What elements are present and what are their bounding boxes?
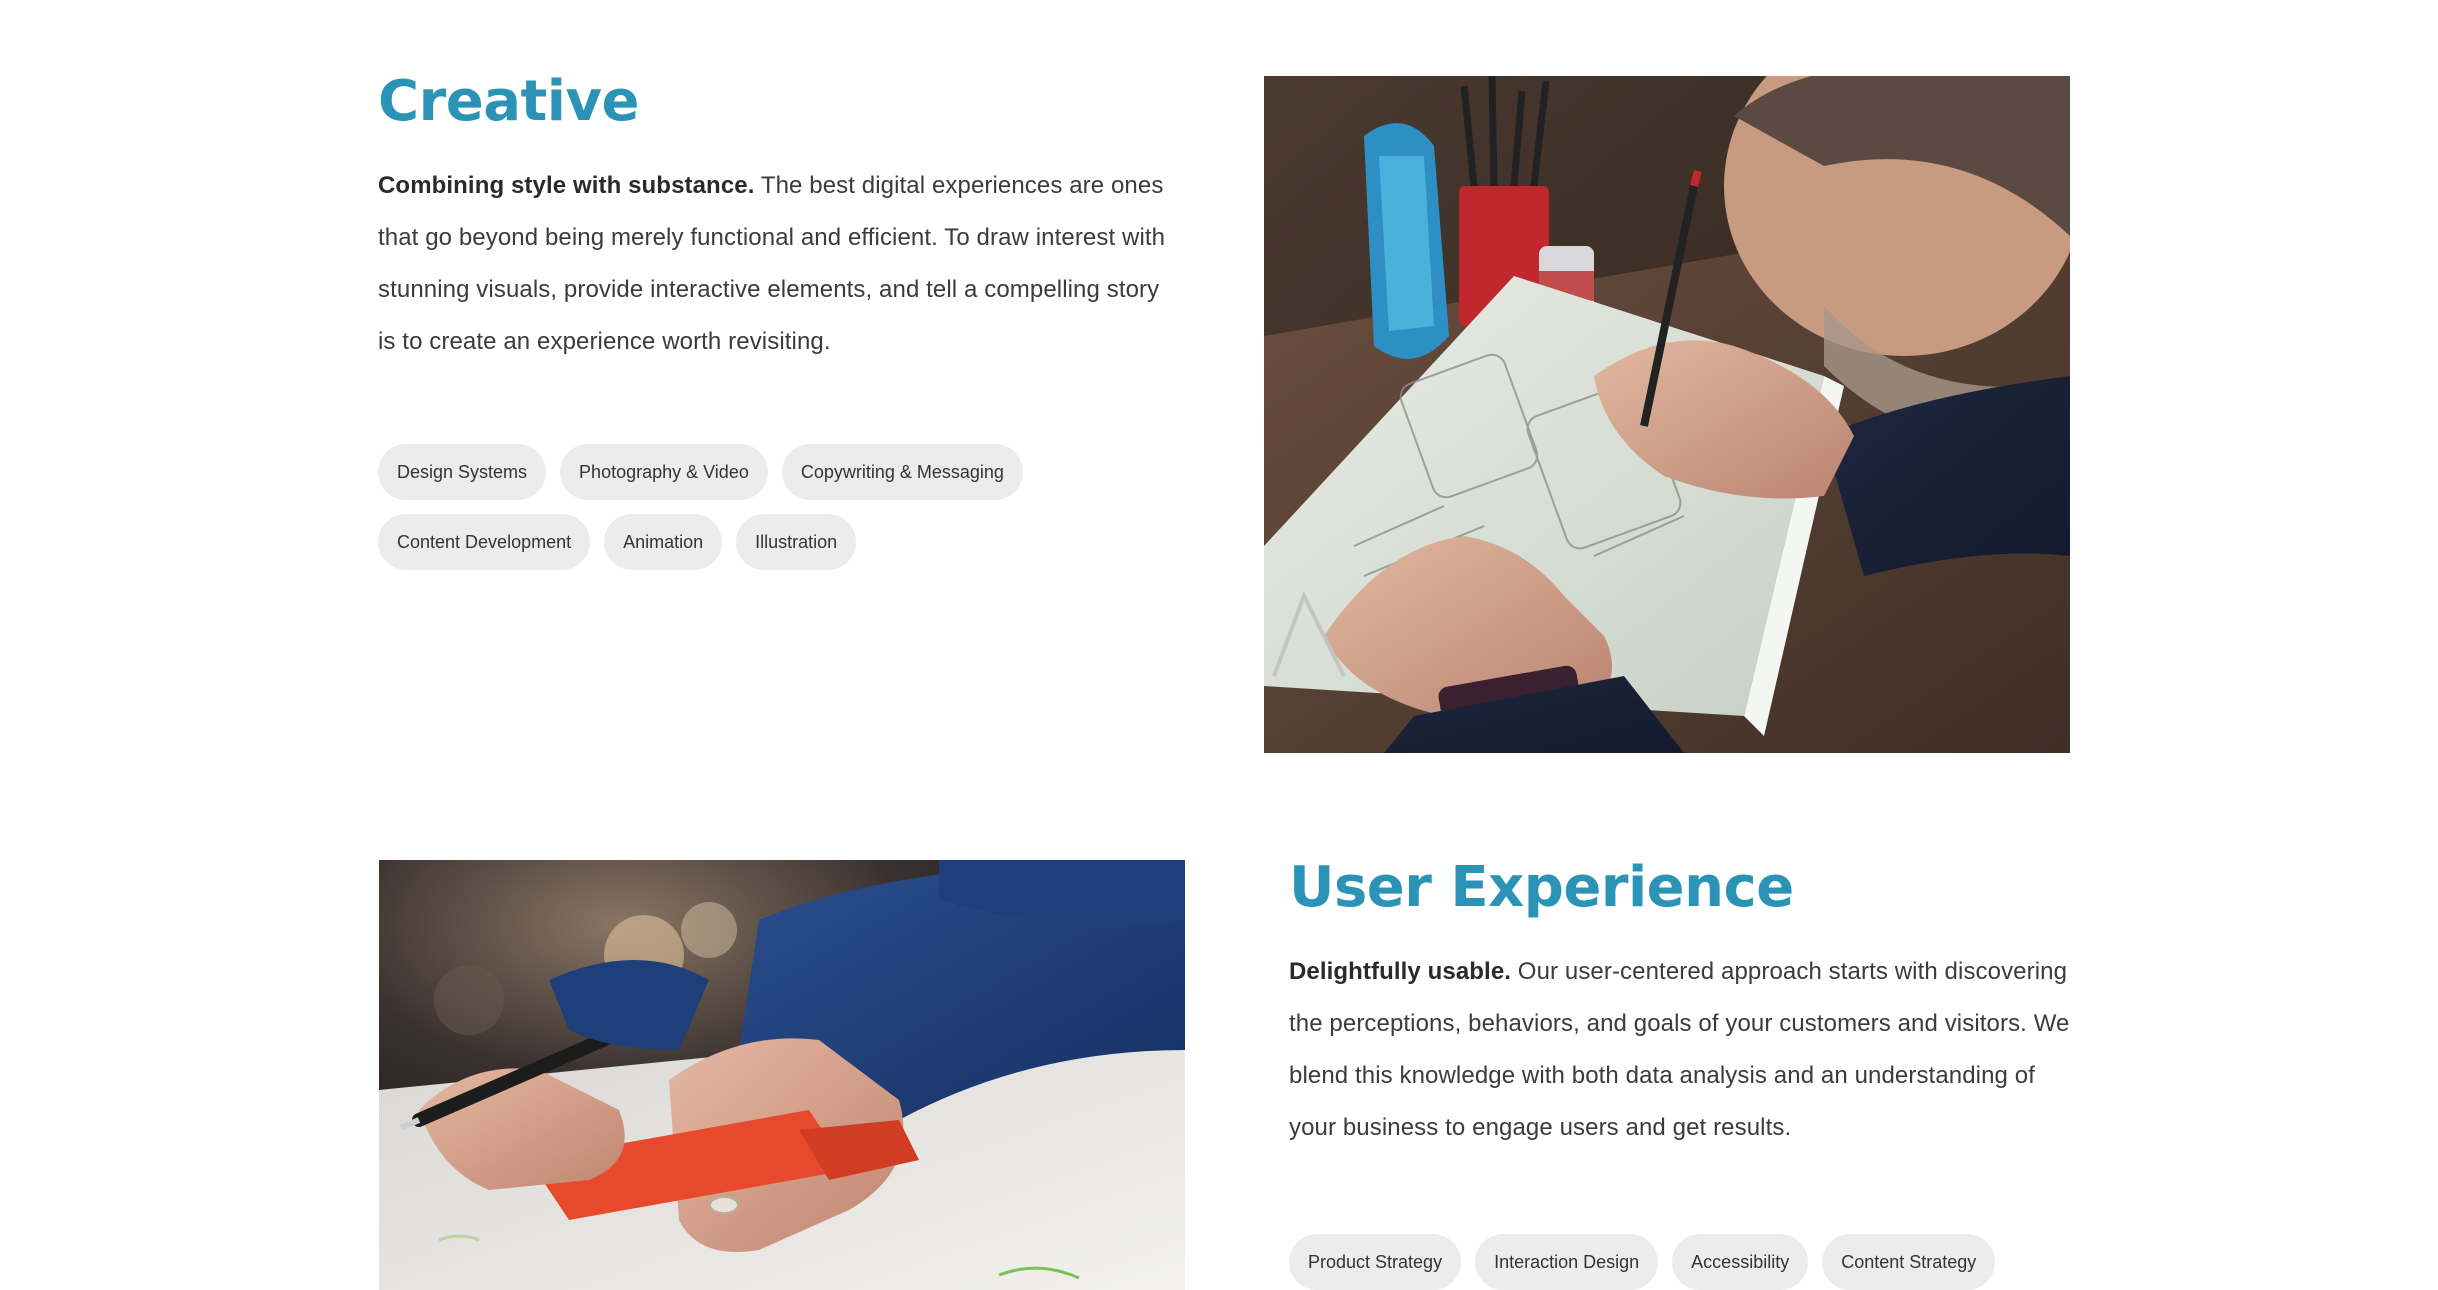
ux-heading: User Experience (1289, 855, 1794, 920)
tag-design-systems[interactable]: Design Systems (378, 444, 547, 500)
ux-section: User Experience Delightfully usable. Our… (1289, 848, 2079, 1290)
creative-section: Creative Combining style with substance.… (378, 62, 1168, 570)
ux-photo-marker-hands (379, 860, 1185, 1290)
tag-illustration[interactable]: Illustration (736, 514, 857, 570)
creative-photo-sketching (1264, 76, 2070, 753)
ux-tag-list: Product Strategy Interaction Design Acce… (1289, 1234, 2049, 1290)
tag-animation[interactable]: Animation (604, 514, 723, 570)
creative-heading: Creative (378, 69, 639, 134)
marker-hands-illustration (379, 860, 1185, 1290)
ux-body: Our user-centered approach starts with d… (1289, 958, 2070, 1141)
services-page: Creative Combining style with substance.… (0, 0, 2438, 1290)
tag-accessibility[interactable]: Accessibility (1672, 1234, 1809, 1290)
tag-product-strategy[interactable]: Product Strategy (1289, 1234, 1462, 1290)
tag-photography-video[interactable]: Photography & Video (560, 444, 768, 500)
creative-body: The best digital experiences are ones th… (378, 172, 1166, 355)
creative-tag-list: Design Systems Photography & Video Copyw… (378, 444, 1138, 570)
creative-lead: Combining style with substance. (378, 172, 755, 199)
creative-description: Combining style with substance. The best… (378, 160, 1168, 368)
ux-description: Delightfully usable. Our user-centered a… (1289, 946, 2079, 1154)
tag-content-development[interactable]: Content Development (378, 514, 591, 570)
ux-lead: Delightfully usable. (1289, 958, 1512, 985)
tag-copywriting-messaging[interactable]: Copywriting & Messaging (781, 444, 1023, 500)
tag-interaction-design[interactable]: Interaction Design (1475, 1234, 1659, 1290)
sketching-illustration (1264, 76, 2070, 753)
tag-content-strategy[interactable]: Content Strategy (1822, 1234, 1996, 1290)
